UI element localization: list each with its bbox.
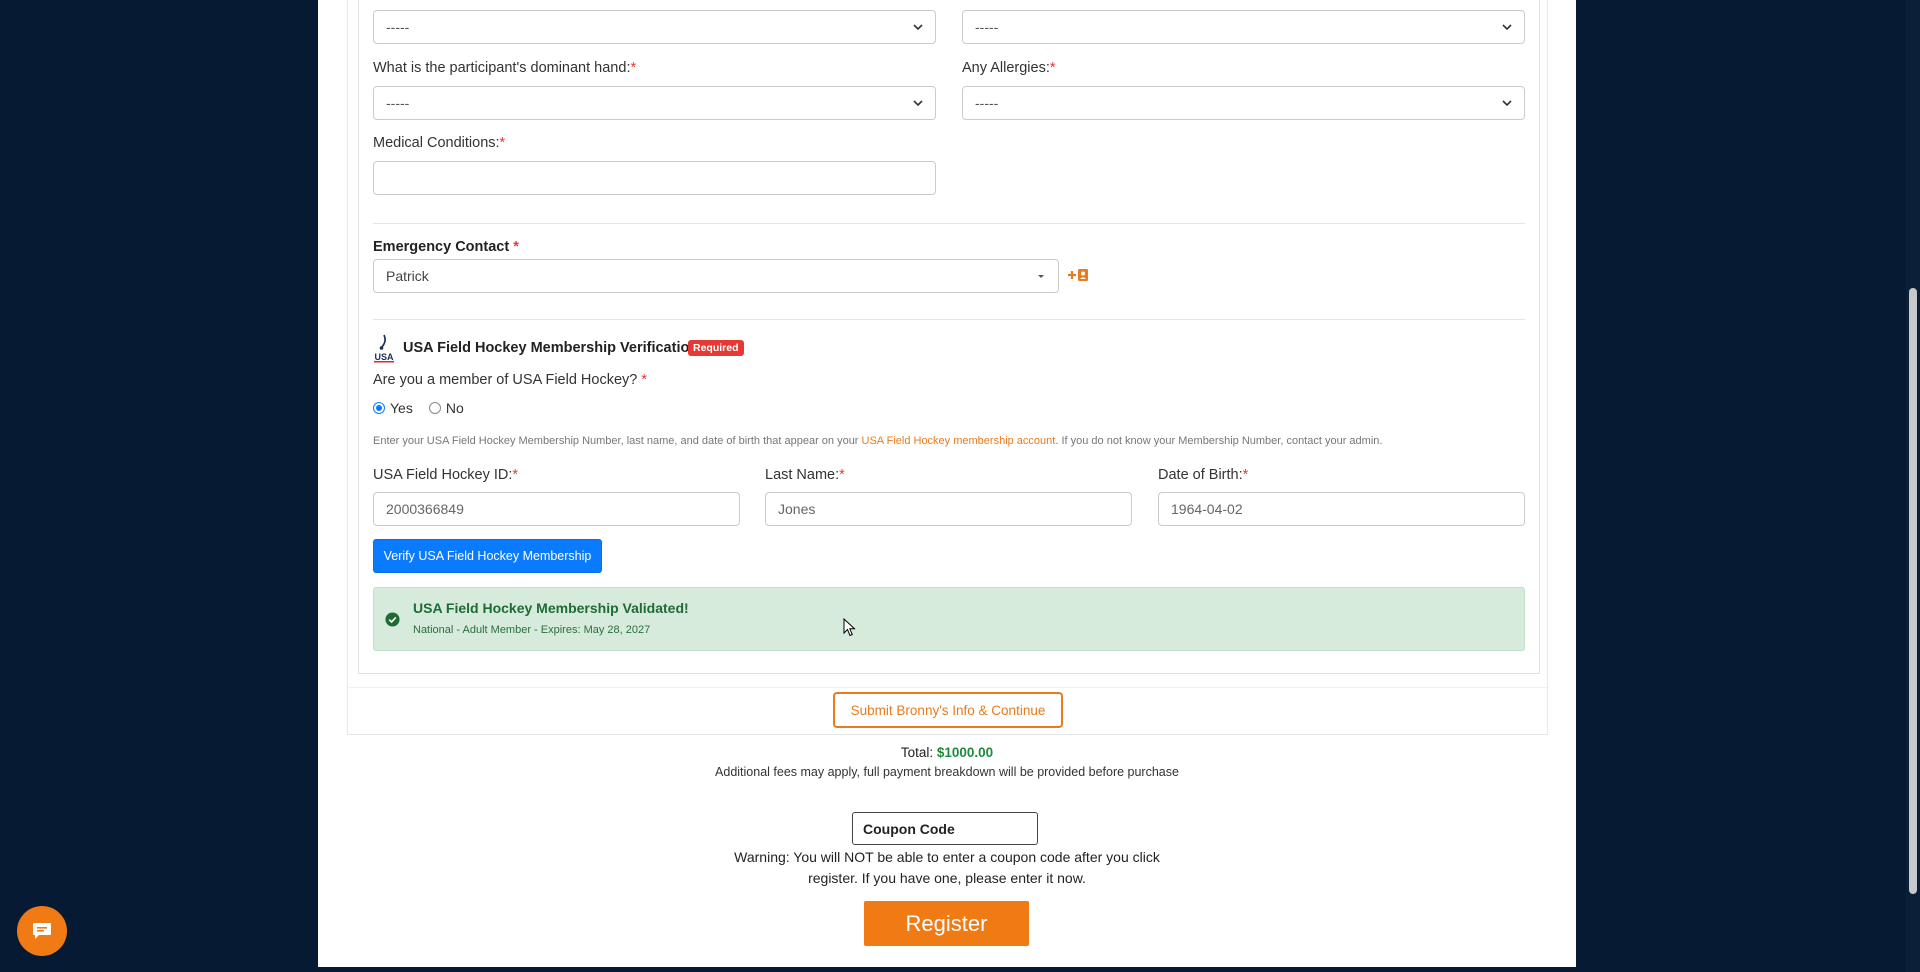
membership-question: Are you a member of USA Field Hockey? * <box>373 372 648 388</box>
select-value: Patrick <box>386 268 429 284</box>
yes-radio-label[interactable]: Yes <box>390 400 413 416</box>
dominant-hand-label: What is the participant's dominant hand:… <box>373 60 637 76</box>
outer-card-border-bottom <box>347 734 1548 735</box>
membership-validated-alert: USA Field Hockey Membership Validated! N… <box>373 587 1525 651</box>
select-row1-right[interactable]: ----- <box>962 10 1525 44</box>
mouse-cursor-icon <box>843 618 856 637</box>
footer-divider <box>347 687 1547 688</box>
select-value: ----- <box>386 19 410 35</box>
chevron-down-icon <box>913 24 923 31</box>
required-mark: * <box>839 467 845 483</box>
dominant-hand-select[interactable]: ----- <box>373 86 936 120</box>
add-contact-icon[interactable] <box>1066 266 1090 284</box>
allergies-select[interactable]: ----- <box>962 86 1525 120</box>
usafh-id-label: USA Field Hockey ID:* <box>373 467 519 483</box>
dob-input[interactable]: 1964-04-02 <box>1158 492 1525 526</box>
check-circle-icon <box>385 612 400 627</box>
required-mark: * <box>513 239 519 255</box>
required-badge: Required <box>688 340 744 356</box>
required-mark: * <box>1049 60 1056 76</box>
divider <box>373 319 1525 320</box>
card-border-right <box>1539 0 1540 674</box>
divider <box>373 223 1525 224</box>
scrollbar-thumb[interactable] <box>1909 288 1917 894</box>
required-mark: * <box>512 467 519 483</box>
last-name-label: Last Name:* <box>765 467 845 483</box>
yes-radio[interactable] <box>373 402 385 414</box>
usa-field-hockey-logo-icon: USA <box>374 334 394 363</box>
emergency-contact-label: Emergency Contact * <box>373 239 519 255</box>
total-line: Total: $1000.00 <box>900 745 994 760</box>
last-name-input[interactable]: Jones <box>765 492 1132 526</box>
outer-card-border-left <box>347 0 348 735</box>
medical-conditions-label: Medical Conditions:* <box>373 135 506 151</box>
allergies-label: Any Allergies:* <box>962 60 1056 76</box>
chat-icon <box>33 923 51 939</box>
select-value: ----- <box>975 95 999 111</box>
outer-card-border-right <box>1547 0 1548 735</box>
no-radio-label[interactable]: No <box>446 400 464 416</box>
chevron-down-icon <box>1502 24 1512 31</box>
required-mark: * <box>641 372 648 388</box>
no-radio[interactable] <box>428 402 441 414</box>
emergency-contact-select[interactable]: Patrick <box>373 259 1059 293</box>
chevron-down-icon <box>1502 100 1512 107</box>
card-border-left <box>358 0 359 674</box>
validated-title: USA Field Hockey Membership Validated! <box>413 600 689 616</box>
chevron-down-icon <box>913 100 923 107</box>
chat-widget-button[interactable] <box>17 906 67 956</box>
coupon-code-input[interactable]: Coupon Code <box>852 812 1038 845</box>
required-mark: * <box>1242 467 1249 483</box>
usafh-id-input[interactable]: 2000366849 <box>373 492 740 526</box>
required-mark: * <box>630 60 637 76</box>
select-value: ----- <box>975 19 999 35</box>
usafh-section-title: USA Field Hockey Membership Verification <box>403 340 699 356</box>
membership-account-link[interactable]: USA Field Hockey membership account <box>862 435 1056 447</box>
verify-membership-button[interactable]: Verify USA Field Hockey Membership <box>373 539 602 573</box>
register-button[interactable]: Register <box>864 901 1029 946</box>
validated-detail: National - Adult Member - Expires: May 2… <box>413 624 651 636</box>
total-amount: $1000.00 <box>936 745 994 760</box>
fees-note: Additional fees may apply, full payment … <box>715 765 1179 779</box>
medical-conditions-input[interactable] <box>373 161 936 195</box>
submit-continue-button[interactable]: Submit Bronny's Info & Continue <box>833 692 1063 728</box>
required-mark: * <box>499 135 506 151</box>
svg-text:USA: USA <box>374 352 394 362</box>
select-value: ----- <box>386 95 410 111</box>
select-row1-left[interactable]: ----- <box>373 10 936 44</box>
coupon-warning: Warning: You will NOT be able to enter a… <box>734 849 1160 886</box>
membership-help-text: Enter your USA Field Hockey Membership N… <box>373 435 1383 447</box>
registration-page: ----- ----- What is the participant's do… <box>318 0 1576 967</box>
card-border-bottom <box>358 673 1540 674</box>
membership-radio-group: Yes No <box>373 400 464 416</box>
dob-label: Date of Birth:* <box>1158 467 1249 483</box>
caret-down-icon <box>1038 275 1044 278</box>
